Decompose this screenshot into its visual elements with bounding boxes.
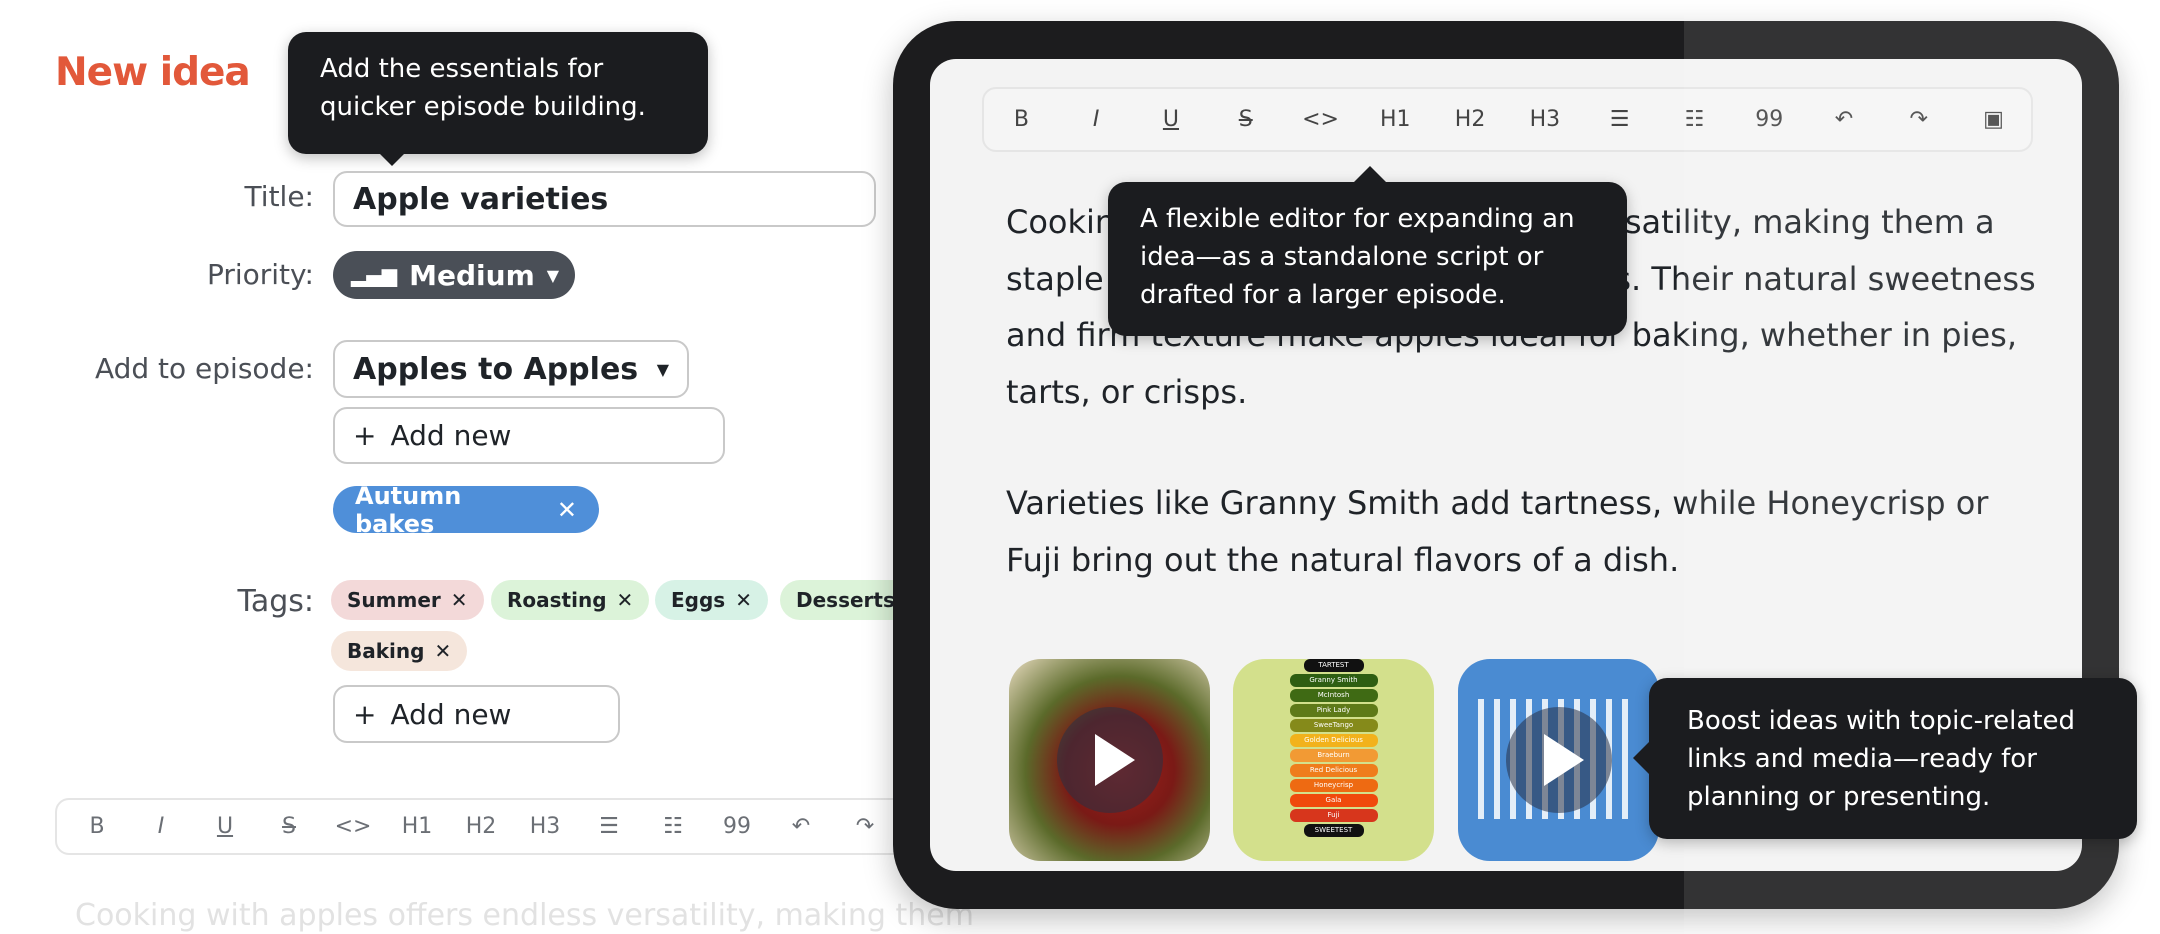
media-tooltip: Boost ideas with topic-related links and… [1633, 678, 2137, 839]
tag-chip: Eggs ✕ [655, 580, 768, 620]
plus-icon: + [353, 419, 377, 452]
variety-label: Honeycrisp [1289, 779, 1378, 792]
quote-icon[interactable]: 99 [717, 814, 757, 839]
remove-tag-icon[interactable]: ✕ [735, 588, 752, 612]
add-tag-button[interactable]: + Add new [333, 685, 620, 743]
media-apple-chart[interactable]: TARTEST Granny Smith McIntosh Pink Lady Swe… [1233, 659, 1434, 861]
body-preview: Cooking with apples offers endless versa… [75, 898, 974, 933]
tooltip-arrow [1633, 742, 1649, 774]
tag-label: Baking [347, 639, 425, 663]
media-audio[interactable] [1458, 659, 1659, 861]
tag-chip: Roasting ✕ [491, 580, 650, 620]
remove-chip-icon[interactable]: ✕ [557, 496, 577, 524]
priority-dropdown[interactable]: ▂▄▆ Medium ▼ [333, 251, 575, 299]
tag-chip: Summer ✕ [331, 580, 484, 620]
media-food-video[interactable] [1009, 659, 1210, 861]
title-input[interactable]: Apple varieties [333, 171, 876, 227]
variety-label: McIntosh [1289, 689, 1378, 702]
episode-chip-label: Autumn bakes [355, 481, 462, 538]
code-icon[interactable]: <> [1301, 107, 1341, 132]
undo-icon[interactable]: ↶ [781, 814, 821, 839]
variety-label: Gala [1289, 794, 1378, 807]
tag-label: Desserts [796, 588, 895, 612]
priority-value: Medium [409, 258, 535, 292]
editor-tooltip: A flexible editor for expanding an idea—… [1108, 166, 1627, 336]
tag-label: Eggs [671, 588, 726, 612]
remove-tag-icon[interactable]: ✕ [617, 588, 634, 612]
numbered-list-icon[interactable]: ☷ [653, 814, 693, 839]
underline-icon[interactable]: U [205, 814, 245, 839]
play-icon[interactable] [1505, 707, 1612, 813]
strikethrough-icon[interactable]: S [269, 814, 309, 839]
priority-label: Priority: [206, 258, 314, 291]
heading2-icon[interactable]: H2 [461, 814, 501, 839]
variety-label: Red Delicious [1289, 764, 1378, 777]
bold-icon[interactable]: B [77, 814, 117, 839]
bullet-list-icon[interactable]: ☰ [1600, 107, 1640, 132]
heading3-icon[interactable]: H3 [1525, 107, 1565, 132]
page-title: New idea [55, 50, 251, 95]
remove-tag-icon[interactable]: ✕ [434, 639, 451, 663]
variety-label: Braeburn [1289, 749, 1378, 762]
tag-label: Summer [347, 588, 441, 612]
episode-value: Apples to Apples [353, 351, 639, 387]
tag-label: Roasting [507, 588, 607, 612]
underline-icon[interactable]: U [1151, 107, 1191, 132]
variety-label: Fuji [1289, 809, 1378, 822]
add-episode-button[interactable]: + Add new [333, 407, 725, 464]
bullet-list-icon[interactable]: ☰ [589, 814, 629, 839]
variety-label: Golden Delicious [1289, 734, 1378, 747]
chart-bottom-label: SWEETEST [1303, 824, 1364, 837]
episode-label: Add to episode: [94, 352, 314, 385]
variety-label: Pink Lady [1289, 704, 1378, 717]
signal-bars-icon: ▂▄▆ [351, 263, 398, 287]
variety-label: Granny Smith [1289, 674, 1378, 687]
variety-label: SweeTango [1289, 719, 1378, 732]
remove-tag-icon[interactable]: ✕ [451, 588, 468, 612]
tags-label: Tags: [237, 584, 314, 619]
essentials-tooltip: Add the essentials for quicker episode b… [288, 32, 708, 166]
media-tooltip-text: Boost ideas with topic-related links and… [1687, 706, 2076, 812]
code-icon[interactable]: <> [333, 814, 373, 839]
add-new-label: Add new [390, 419, 512, 452]
bold-icon[interactable]: B [1001, 107, 1041, 132]
italic-icon[interactable]: I [1076, 107, 1116, 132]
plus-icon: + [353, 697, 377, 731]
tooltip-arrow [1354, 166, 1386, 182]
tag-chip: Baking ✕ [331, 631, 468, 671]
chart-top-label: TARTEST [1303, 659, 1364, 672]
episode-chip: Autumn bakes ✕ [333, 482, 599, 538]
heading3-icon[interactable]: H3 [525, 814, 565, 839]
redo-icon[interactable]: ↷ [845, 814, 885, 839]
chevron-down-icon: ▼ [546, 265, 560, 285]
episode-select[interactable]: Apples to Apples ▼ [333, 340, 689, 398]
title-label: Title: [244, 180, 314, 213]
strikethrough-icon[interactable]: S [1226, 107, 1266, 132]
add-new-label: Add new [390, 697, 512, 731]
form-toolbar: B I U S <> H1 H2 H3 ☰ ☷ 99 ↶ ↷ [55, 798, 955, 855]
heading2-icon[interactable]: H2 [1450, 107, 1490, 132]
chevron-down-icon: ▼ [656, 359, 669, 379]
italic-icon[interactable]: I [141, 814, 181, 839]
heading1-icon[interactable]: H1 [1375, 107, 1415, 132]
play-icon[interactable] [1056, 707, 1163, 813]
editor-tooltip-text: A flexible editor for expanding an idea—… [1140, 204, 1575, 310]
heading1-icon[interactable]: H1 [397, 814, 437, 839]
